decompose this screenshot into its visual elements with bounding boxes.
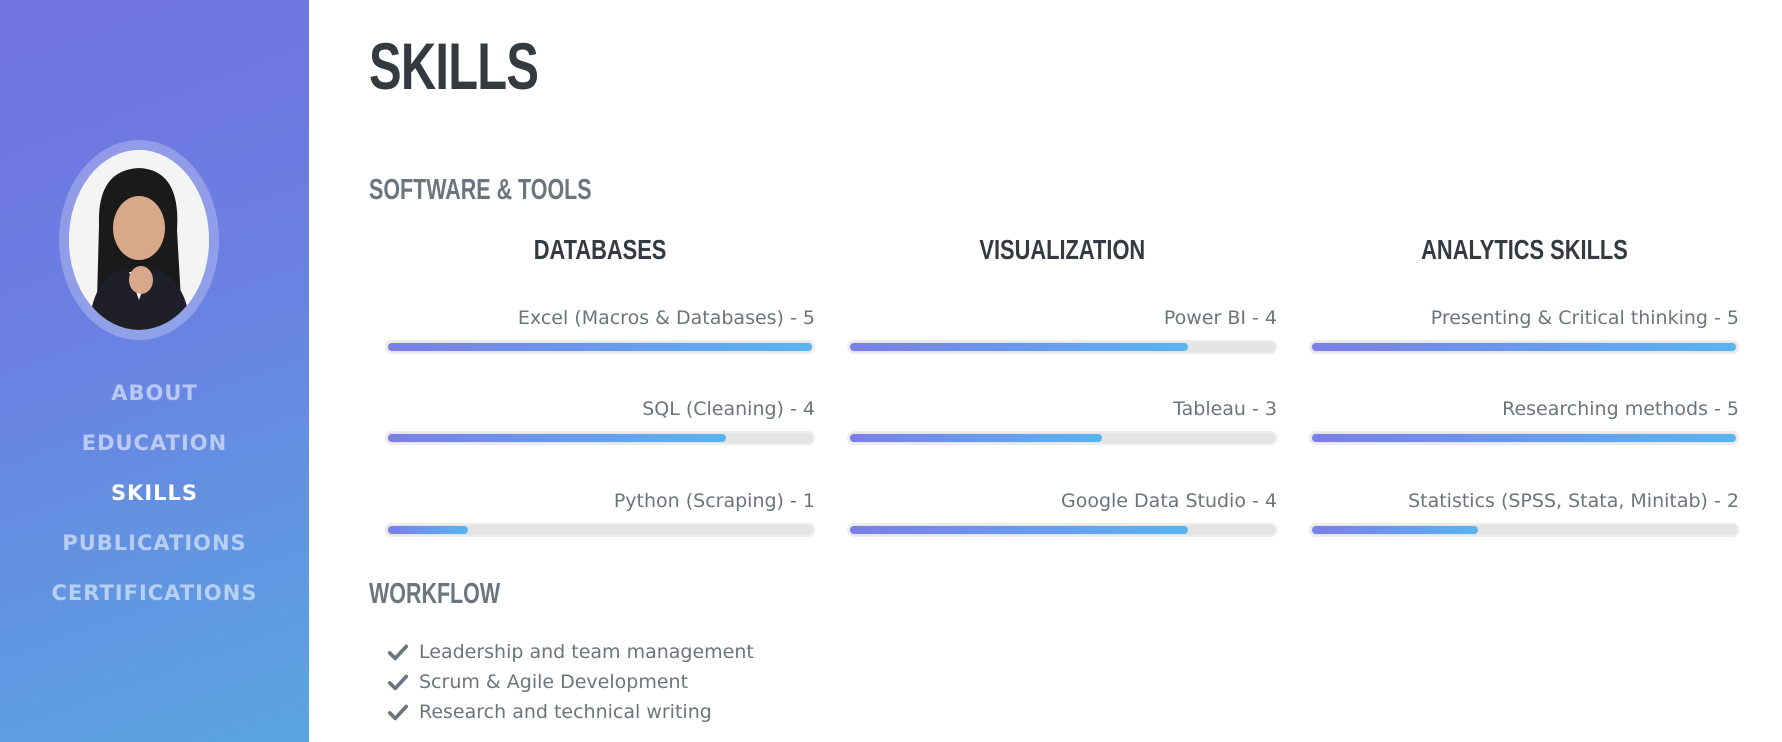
- workflow-item: Leadership and team management: [387, 637, 754, 667]
- column-title: VISUALIZATION: [979, 234, 1145, 265]
- profile-photo: [69, 150, 209, 330]
- skill-progress-bar: [1309, 431, 1739, 445]
- page-title: SKILLS: [369, 29, 539, 103]
- skill-progress-fill: [850, 434, 1102, 442]
- avatar: [69, 150, 209, 330]
- skill-label: Tableau - 3: [1173, 398, 1277, 420]
- skill-progress-bar: [385, 340, 815, 354]
- workflow-item: Research and technical writing: [387, 697, 754, 727]
- nav-item-publications[interactable]: PUBLICATIONS: [0, 518, 309, 568]
- skill-progress-bar: [847, 523, 1277, 537]
- section-title-software-tools: SOFTWARE & TOOLS: [369, 174, 592, 206]
- nav-item-education[interactable]: EDUCATION: [0, 418, 309, 468]
- nav-item-certifications[interactable]: CERTIFICATIONS: [0, 568, 309, 618]
- skill-progress-bar: [847, 431, 1277, 445]
- nav-item-about[interactable]: ABOUT: [0, 368, 309, 418]
- workflow-item-text: Research and technical writing: [419, 701, 712, 723]
- workflow-list: Leadership and team management Scrum & A…: [387, 637, 754, 727]
- skill-progress-fill: [1312, 526, 1478, 534]
- skill-progress-fill: [388, 526, 468, 534]
- skill-progress-bar: [847, 340, 1277, 354]
- skill-progress-bar: [385, 431, 815, 445]
- skill-progress-bar: [1309, 340, 1739, 354]
- skill-item: SQL (Cleaning) - 4: [385, 395, 815, 445]
- skill-item: Google Data Studio - 4: [847, 487, 1277, 537]
- skill-label: Excel (Macros & Databases) - 5: [517, 307, 815, 329]
- check-icon: [387, 704, 409, 721]
- column-title: DATABASES: [533, 234, 667, 265]
- skill-label: Google Data Studio - 4: [1061, 490, 1277, 512]
- skill-progress-fill: [850, 343, 1188, 351]
- skill-item: Statistics (SPSS, Stata, Minitab) - 2: [1309, 487, 1739, 537]
- workflow-item-text: Leadership and team management: [419, 641, 754, 663]
- skill-progress-bar: [1309, 523, 1739, 537]
- column-title: ANALYTICS SKILLS: [1420, 234, 1628, 265]
- check-icon: [387, 644, 409, 661]
- check-icon: [387, 674, 409, 691]
- skills-column-visualization: VISUALIZATION Power BI - 4 Tableau - 3 G…: [847, 230, 1277, 537]
- skill-progress-fill: [850, 526, 1188, 534]
- skill-progress-fill: [388, 343, 812, 351]
- skill-label: Python (Scraping) - 1: [613, 490, 815, 512]
- workflow-item: Scrum & Agile Development: [387, 667, 754, 697]
- skill-progress-fill: [1312, 434, 1736, 442]
- skill-item: Power BI - 4: [847, 304, 1277, 354]
- skill-label: SQL (Cleaning) - 4: [642, 398, 815, 420]
- section-title-workflow: WORKFLOW: [369, 578, 501, 610]
- sidebar: ABOUT EDUCATION SKILLS PUBLICATIONS CERT…: [0, 0, 309, 742]
- skills-column-analytics: ANALYTICS SKILLS Presenting & Critical t…: [1309, 230, 1739, 537]
- main-content: SKILLS SOFTWARE & TOOLS DATABASES Excel …: [309, 0, 1782, 742]
- skill-label: Power BI - 4: [1163, 307, 1277, 329]
- skills-column-databases: DATABASES Excel (Macros & Databases) - 5…: [385, 230, 815, 537]
- workflow-item-text: Scrum & Agile Development: [419, 671, 689, 693]
- avatar-frame: [59, 140, 219, 340]
- skill-progress-bar: [385, 523, 815, 537]
- skill-progress-fill: [1312, 343, 1736, 351]
- skill-item: Tableau - 3: [847, 395, 1277, 445]
- skill-label: Researching methods - 5: [1502, 398, 1739, 420]
- skill-progress-fill: [388, 434, 726, 442]
- skill-item: Presenting & Critical thinking - 5: [1309, 304, 1739, 354]
- skill-label: Presenting & Critical thinking - 5: [1430, 307, 1739, 329]
- skill-label: Statistics (SPSS, Stata, Minitab) - 2: [1408, 490, 1739, 512]
- skill-item: Excel (Macros & Databases) - 5: [385, 304, 815, 354]
- skill-item: Python (Scraping) - 1: [385, 487, 815, 537]
- sidebar-nav: ABOUT EDUCATION SKILLS PUBLICATIONS CERT…: [0, 368, 309, 618]
- skill-item: Researching methods - 5: [1309, 395, 1739, 445]
- nav-item-skills[interactable]: SKILLS: [0, 468, 309, 518]
